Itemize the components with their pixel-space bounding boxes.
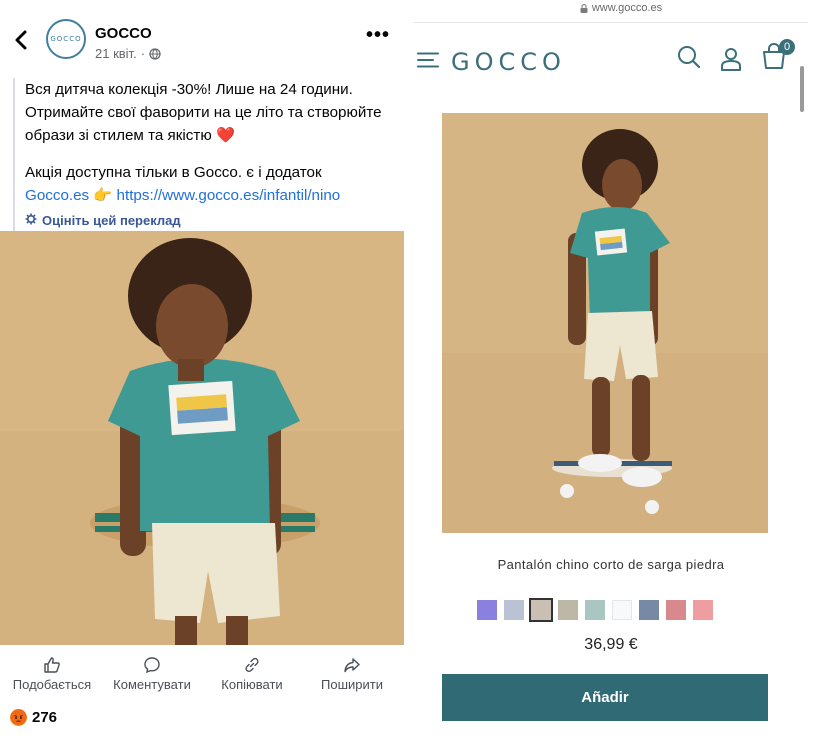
more-options-icon[interactable]: ••• bbox=[366, 25, 390, 45]
copy-label: Копіювати bbox=[221, 677, 283, 692]
share-icon bbox=[344, 658, 360, 673]
gear-icon bbox=[25, 209, 37, 232]
like-button[interactable]: Подобається bbox=[6, 656, 98, 700]
post-photo[interactable] bbox=[0, 231, 404, 645]
meta-separator: · bbox=[140, 46, 146, 61]
search-icon[interactable] bbox=[676, 44, 702, 70]
comment-button[interactable]: Коментувати bbox=[106, 656, 198, 700]
site-header: GOCCO 0 bbox=[414, 34, 808, 84]
globe-icon bbox=[149, 47, 161, 60]
thumbs-up-icon bbox=[44, 657, 60, 673]
product-photo[interactable] bbox=[442, 113, 768, 533]
post-line: Отримайте свої фаворити на це літо та ст… bbox=[25, 104, 382, 121]
facebook-post-panel: GOCCO GOCCO 21 квіт. · ••• Вся дитяча ко… bbox=[0, 0, 404, 740]
gocco-url-link[interactable]: https://www.gocco.es/infantil/nino bbox=[117, 187, 341, 204]
header-divider bbox=[414, 22, 808, 23]
site-logo[interactable]: GOCCO bbox=[451, 48, 566, 76]
share-button[interactable]: Поширити bbox=[306, 656, 398, 700]
color-swatch[interactable] bbox=[504, 600, 524, 620]
page-avatar[interactable]: GOCCO bbox=[46, 19, 86, 59]
post-header: GOCCO GOCCO 21 квіт. · ••• bbox=[0, 12, 404, 70]
like-label: Подобається bbox=[12, 677, 92, 692]
translate-label: Оцініть цей переклад bbox=[42, 213, 181, 228]
post-text: Вся дитяча колекція -30%! Лише на 24 год… bbox=[13, 78, 398, 232]
scrollbar[interactable] bbox=[800, 66, 804, 112]
cart-count-badge: 0 bbox=[779, 39, 795, 55]
post-links-line: Gocco.es 👉 https://www.gocco.es/infantil… bbox=[25, 184, 398, 207]
color-swatch[interactable] bbox=[529, 598, 553, 622]
share-label: Поширити bbox=[321, 677, 383, 692]
reaction-count: 276 bbox=[32, 709, 58, 726]
lock-icon bbox=[580, 3, 588, 13]
heart-emoji: ❤️ bbox=[215, 127, 235, 144]
panel-divider bbox=[404, 0, 414, 740]
user-account-icon[interactable] bbox=[719, 46, 743, 72]
comment-label: Коментувати bbox=[113, 677, 191, 692]
add-to-cart-button[interactable]: Añadir bbox=[442, 674, 768, 721]
post-actions-bar: Подобається Коментувати Копіювати Пошири… bbox=[0, 656, 404, 700]
color-swatch[interactable] bbox=[693, 600, 713, 620]
color-swatch[interactable] bbox=[666, 600, 686, 620]
comment-icon bbox=[144, 657, 160, 674]
hamburger-menu-icon[interactable] bbox=[417, 52, 439, 68]
color-swatch[interactable] bbox=[585, 600, 605, 620]
copy-button[interactable]: Копіювати bbox=[206, 656, 298, 700]
color-swatch[interactable] bbox=[477, 600, 497, 620]
avatar-logo-text: GOCCO bbox=[50, 35, 82, 43]
color-swatch[interactable] bbox=[558, 600, 578, 620]
post-line: Вся дитяча колекція -30%! Лише на 24 год… bbox=[25, 81, 353, 98]
page-name[interactable]: GOCCO bbox=[95, 25, 152, 42]
post-line: Акція доступна тільки в Gocco. є і додат… bbox=[25, 164, 322, 181]
product-price: 36,99 € bbox=[584, 636, 638, 653]
post-date[interactable]: 21 квіт. bbox=[95, 46, 137, 61]
gocco-site-panel: www.gocco.es GOCCO 0 Pantalón chino cort… bbox=[414, 0, 828, 740]
color-swatch[interactable] bbox=[639, 600, 659, 620]
post-meta: 21 квіт. · bbox=[95, 46, 161, 61]
pointing-emoji: 👉 bbox=[93, 187, 113, 204]
address-bar[interactable]: www.gocco.es bbox=[414, 0, 828, 16]
url-text: www.gocco.es bbox=[591, 2, 663, 14]
back-arrow-icon[interactable] bbox=[8, 26, 36, 54]
product-name: Pantalón chino corto de sarga piedra bbox=[497, 557, 725, 572]
reactions-summary[interactable]: 276 bbox=[10, 709, 57, 726]
link-icon bbox=[245, 657, 259, 673]
post-line: образи зі стилем та якістю ❤️ bbox=[25, 127, 235, 144]
gocco-link[interactable]: Gocco.es bbox=[25, 187, 89, 204]
color-swatches bbox=[477, 598, 713, 622]
angry-reaction-icon bbox=[10, 709, 27, 726]
rate-translation-link[interactable]: Оцініть цей переклад bbox=[25, 209, 398, 232]
color-swatch[interactable] bbox=[612, 600, 632, 620]
